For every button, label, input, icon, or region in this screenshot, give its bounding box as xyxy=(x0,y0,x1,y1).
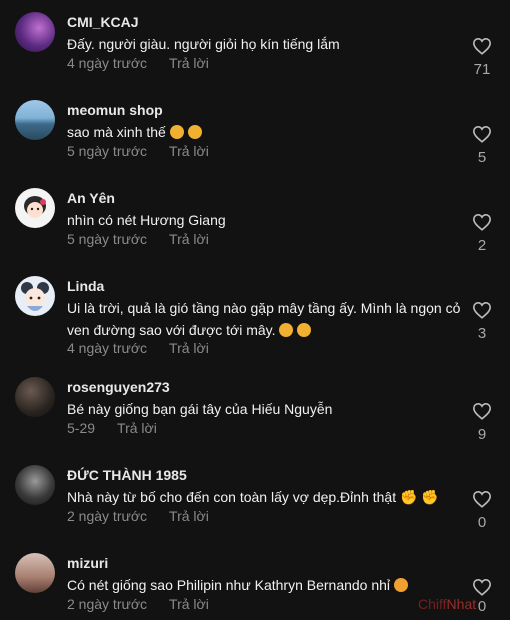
comment-meta: 5-29 Trả lời xyxy=(67,420,157,436)
comment-time: 2 ngày trước xyxy=(67,596,148,612)
avatar[interactable] xyxy=(15,276,55,316)
laughing-emoji-icon xyxy=(279,323,294,337)
reply-button[interactable]: Trả lời xyxy=(169,508,209,524)
comment-username[interactable]: ĐỨC THÀNH 1985 xyxy=(67,467,187,483)
comment-text-content: Ui là trời, quả là gió tầng nào gặp mây … xyxy=(67,300,461,338)
comment-text: Bé này giống bạn gái tây của Hiếu Nguyễn xyxy=(67,398,462,420)
avatar-illustration xyxy=(21,282,49,311)
reply-button[interactable]: Trả lời xyxy=(169,231,209,247)
comment-username[interactable]: meomun shop xyxy=(67,102,163,118)
heart-icon[interactable] xyxy=(472,301,492,319)
laughing-emoji-icon xyxy=(297,323,312,337)
heart-eyes-emoji-icon xyxy=(393,578,408,592)
reply-button[interactable]: Trả lời xyxy=(169,340,209,356)
heart-icon[interactable] xyxy=(472,37,492,55)
comment-time: 5 ngày trước xyxy=(67,231,148,247)
watermark-part2: Nhat xyxy=(446,596,477,612)
reply-button[interactable]: Trả lời xyxy=(169,55,209,71)
thumbs-up-icon: ✊ xyxy=(421,489,439,505)
avatar[interactable] xyxy=(15,377,55,417)
laughing-emoji-icon xyxy=(187,125,202,139)
reply-button[interactable]: Trả lời xyxy=(169,596,209,612)
comment-username[interactable]: rosenguyen273 xyxy=(67,379,170,395)
heart-icon[interactable] xyxy=(472,578,492,596)
comment-username[interactable]: mizuri xyxy=(67,555,108,571)
comment-username[interactable]: Linda xyxy=(67,278,104,294)
comment-meta: 4 ngày trước Trả lời xyxy=(67,55,209,71)
heart-icon[interactable] xyxy=(472,490,492,508)
comment-time: 4 ngày trước xyxy=(67,340,148,356)
comment-text: Có nét giống sao Philipin như Kathryn Be… xyxy=(67,574,462,596)
thumbs-up-icon: ✊ xyxy=(400,489,418,505)
comment-text-content: sao mà xinh thế xyxy=(67,124,166,140)
like-count: 5 xyxy=(477,149,487,166)
comment-meta: 4 ngày trước Trả lời xyxy=(67,340,209,356)
heart-icon[interactable] xyxy=(472,402,492,420)
like-count: 71 xyxy=(473,61,491,78)
like-control[interactable]: 5 xyxy=(470,125,494,166)
avatar[interactable] xyxy=(15,553,55,593)
comment-meta: 5 ngày trước Trả lời xyxy=(67,231,209,247)
avatar[interactable] xyxy=(15,188,55,228)
comment-time: 4 ngày trước xyxy=(67,55,148,71)
comment-text-content: Nhà này từ bố cho đến con toàn lấy vợ dẹ… xyxy=(67,489,397,505)
avatar[interactable] xyxy=(15,12,55,52)
reply-button[interactable]: Trả lời xyxy=(169,143,209,159)
comment-text-content: Đấy. người giàu. người giỏi họ kín tiếng… xyxy=(67,36,340,52)
comment-meta: 5 ngày trước Trả lời xyxy=(67,143,209,159)
watermark: ChiffNhat xyxy=(418,596,476,612)
comment-text: Nhà này từ bố cho đến con toàn lấy vợ dẹ… xyxy=(67,486,462,508)
comment-time: 5-29 xyxy=(67,420,96,436)
comment-time: 5 ngày trước xyxy=(67,143,148,159)
like-control[interactable]: 2 xyxy=(470,213,494,254)
comment-username[interactable]: CMI_KCAJ xyxy=(67,14,139,30)
avatar[interactable] xyxy=(15,100,55,140)
avatar[interactable] xyxy=(15,465,55,505)
avatar-illustration xyxy=(24,196,46,218)
like-control[interactable]: 71 xyxy=(470,37,494,78)
heart-icon[interactable] xyxy=(472,213,492,231)
comment-text: nhìn có nét Hương Giang xyxy=(67,209,462,231)
comment-text: sao mà xinh thế xyxy=(67,121,462,143)
comment-text: Ui là trời, quả là gió tầng nào gặp mây … xyxy=(67,297,462,341)
comment-text-content: nhìn có nét Hương Giang xyxy=(67,212,226,228)
comment-meta: 2 ngày trước Trả lời xyxy=(67,508,209,524)
like-count: 3 xyxy=(477,325,487,342)
like-control[interactable]: 3 xyxy=(470,301,494,342)
comment-meta: 2 ngày trước Trả lời xyxy=(67,596,209,612)
comment-username[interactable]: An Yên xyxy=(67,190,115,206)
like-count: 0 xyxy=(477,514,487,531)
heart-icon[interactable] xyxy=(472,125,492,143)
comment-text-content: Có nét giống sao Philipin như Kathryn Be… xyxy=(67,577,391,593)
like-count: 2 xyxy=(477,237,487,254)
like-control[interactable]: 0 xyxy=(470,490,494,531)
like-count: 9 xyxy=(477,426,487,443)
like-control[interactable]: 9 xyxy=(470,402,494,443)
comment-text-content: Bé này giống bạn gái tây của Hiếu Nguyễn xyxy=(67,401,333,417)
comment-text: Đấy. người giàu. người giỏi họ kín tiếng… xyxy=(67,33,462,55)
reply-button[interactable]: Trả lời xyxy=(117,420,157,436)
watermark-part1: Chiff xyxy=(418,596,447,612)
laughing-emoji-icon xyxy=(169,125,184,139)
comment-time: 2 ngày trước xyxy=(67,508,148,524)
